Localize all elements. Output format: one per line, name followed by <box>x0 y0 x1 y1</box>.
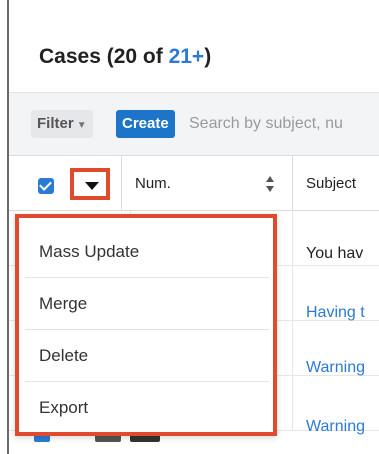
row-subject-link[interactable]: Warning <box>306 418 365 436</box>
page: Cases (20 of 21+) Filter▼ Create Num. Su… <box>0 0 379 454</box>
row-separator <box>292 266 293 320</box>
row-separator <box>292 321 293 375</box>
create-button[interactable]: Create <box>116 110 175 138</box>
filter-button[interactable]: Filter ▼ <box>31 110 93 138</box>
table-header: Num. Subject <box>9 156 379 211</box>
column-header-num[interactable]: Num. <box>135 175 171 192</box>
row-subject-link[interactable]: Warning <box>306 359 365 377</box>
row-separator <box>292 376 293 430</box>
row-subject-link[interactable]: Having t <box>306 304 365 322</box>
page-title: Cases (20 of 21+) <box>39 45 211 69</box>
menu-item-label: Mass Update <box>39 242 140 261</box>
checkmark-icon <box>39 178 52 191</box>
select-all-checkbox[interactable] <box>38 178 54 194</box>
column-separator <box>292 156 293 210</box>
column-separator <box>121 156 122 210</box>
filter-bar: Filter ▼ Create <box>9 93 379 156</box>
menu-item-merge[interactable]: Merge <box>25 278 269 330</box>
menu-item-delete[interactable]: Delete <box>25 330 269 382</box>
title-suffix: ) <box>204 45 212 68</box>
menu-item-export[interactable]: Export <box>25 382 269 434</box>
filter-label: Filter <box>37 115 74 132</box>
caret-down-icon <box>85 182 99 190</box>
search-input[interactable] <box>187 107 379 141</box>
mass-actions-toggle[interactable] <box>70 168 110 200</box>
sort-icon[interactable] <box>265 174 275 194</box>
title-bar: Cases (20 of 21+) <box>9 20 379 93</box>
menu-item-mass-update[interactable]: Mass Update <box>25 226 269 278</box>
row-subject: You hav <box>306 245 364 262</box>
total-count-link[interactable]: 21+ <box>169 45 205 68</box>
column-header-subject[interactable]: Subject <box>306 175 356 192</box>
menu-item-label: Merge <box>39 294 88 313</box>
row-separator <box>292 211 293 265</box>
title-prefix: Cases (20 of <box>39 45 169 68</box>
menu-item-label: Export <box>39 398 89 417</box>
caret-down-icon: ▼ <box>76 120 87 131</box>
menu-item-label: Delete <box>39 346 89 365</box>
mass-actions-dropdown: Mass Update Merge Delete Export <box>15 214 277 436</box>
